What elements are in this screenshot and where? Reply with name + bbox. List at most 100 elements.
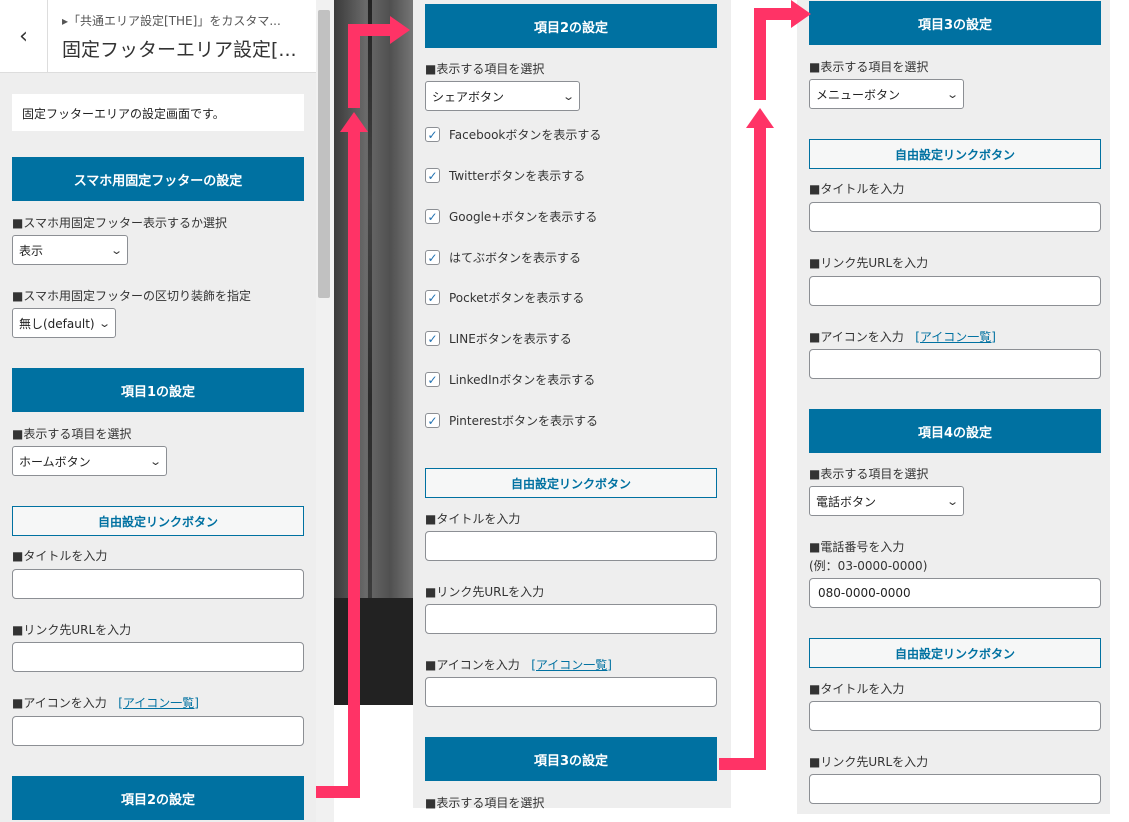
icon-input-label: ■アイコンを入力 [アイコン一覧] bbox=[425, 656, 612, 673]
item2-select[interactable]: シェアボタン ⌄ bbox=[425, 81, 580, 111]
checkbox-label: LinkedInボタンを表示する bbox=[449, 373, 596, 387]
preview-background-image bbox=[334, 0, 414, 705]
customizer-panel-middle: 項目2の設定 ■表示する項目を選択 シェアボタン ⌄ ✓ Facebookボタンを表… bbox=[413, 0, 731, 810]
chevron-down-icon: ⌄ bbox=[148, 454, 162, 468]
divider-select-value: 無し(default) bbox=[19, 316, 95, 331]
url-input-label: ■リンク先URLを入力 bbox=[809, 755, 929, 769]
checkbox-label: Pocketボタンを表示する bbox=[449, 291, 585, 305]
checkbox-pocket[interactable]: ✓ Pocketボタンを表示する bbox=[425, 289, 584, 306]
checkbox-line[interactable]: ✓ LINEボタンを表示する bbox=[425, 330, 572, 347]
checkmark-icon[interactable]: ✓ bbox=[425, 413, 440, 428]
item2-select-label: ■表示する項目を選択 bbox=[425, 62, 545, 76]
checkbox-label: Pinterestボタンを表示する bbox=[449, 414, 599, 428]
url-input-label: ■リンク先URLを入力 bbox=[425, 585, 545, 599]
icon-input-label-text: ■アイコンを入力 bbox=[12, 696, 107, 710]
title-input[interactable] bbox=[809, 202, 1101, 232]
icon-input-label-text: ■アイコンを入力 bbox=[809, 330, 904, 344]
url-input[interactable] bbox=[425, 604, 717, 634]
item3-section-header: 項目3の設定 bbox=[809, 1, 1101, 45]
checkmark-icon[interactable]: ✓ bbox=[425, 372, 440, 387]
item4-section-header: 項目4の設定 bbox=[809, 409, 1101, 453]
item4-select[interactable]: 電話ボタン ⌄ bbox=[809, 486, 964, 516]
title-input-label: ■タイトルを入力 bbox=[809, 182, 905, 196]
icon-input[interactable] bbox=[12, 716, 304, 746]
item4-select-value: 電話ボタン bbox=[816, 494, 877, 509]
sp-footer-section-header: スマホ用固定フッターの設定 bbox=[12, 157, 304, 201]
icon-list-link[interactable]: [アイコン一覧] bbox=[531, 658, 612, 672]
item3-select[interactable]: メニューボタン ⌄ bbox=[809, 79, 964, 109]
checkbox-label: Twitterボタンを表示する bbox=[449, 169, 586, 183]
checkbox-twitter[interactable]: ✓ Twitterボタンを表示する bbox=[425, 167, 585, 184]
checkbox-pinterest[interactable]: ✓ Pinterestボタンを表示する bbox=[425, 412, 598, 429]
scrollbar-thumb[interactable] bbox=[318, 10, 330, 298]
checkmark-icon[interactable]: ✓ bbox=[425, 168, 440, 183]
url-input[interactable] bbox=[12, 642, 304, 672]
item1-select-label: ■表示する項目を選択 bbox=[12, 427, 132, 441]
chevron-left-icon: ‹ bbox=[19, 24, 28, 49]
phone-input-label: ■電話番号を入力 bbox=[809, 540, 905, 554]
checkmark-icon[interactable]: ✓ bbox=[425, 209, 440, 224]
url-input[interactable] bbox=[809, 276, 1101, 306]
phone-input[interactable]: 080-0000-0000 bbox=[809, 578, 1101, 608]
url-input-label: ■リンク先URLを入力 bbox=[809, 256, 929, 270]
icon-input-label-text: ■アイコンを入力 bbox=[425, 658, 520, 672]
item3-select-value: メニューボタン bbox=[816, 87, 901, 102]
checkmark-icon[interactable]: ✓ bbox=[425, 331, 440, 346]
customizer-panel-right: 項目3の設定 ■表示する項目を選択 メニューボタン ⌄ 自由設定リンクボタン ■タ… bbox=[797, 0, 1110, 814]
divider-select[interactable]: 無し(default) ⌄ bbox=[12, 308, 116, 338]
customizer-panel-left: ‹ ▸「共通エリア設定[THE]」をカスタマ... 固定フッターエリア設定[..… bbox=[0, 0, 316, 822]
chevron-down-icon: ⌄ bbox=[109, 243, 123, 257]
checkbox-facebook[interactable]: ✓ Facebookボタンを表示する bbox=[425, 126, 601, 143]
display-select[interactable]: 表示 ⌄ bbox=[12, 235, 128, 265]
title-input-label: ■タイトルを入力 bbox=[425, 512, 521, 526]
checkmark-icon[interactable]: ✓ bbox=[425, 127, 440, 142]
checkbox-linkedin[interactable]: ✓ LinkedInボタンを表示する bbox=[425, 371, 595, 388]
icon-input[interactable] bbox=[809, 349, 1101, 379]
icon-input-label: ■アイコンを入力 [アイコン一覧] bbox=[12, 694, 199, 711]
title-input[interactable] bbox=[809, 701, 1101, 731]
icon-input[interactable] bbox=[425, 677, 717, 707]
icon-list-link[interactable]: [アイコン一覧] bbox=[118, 696, 199, 710]
icon-list-link[interactable]: [アイコン一覧] bbox=[915, 330, 996, 344]
free-link-button-label: 自由設定リンクボタン bbox=[809, 139, 1101, 169]
phone-example: (例：03-0000-0000) bbox=[809, 559, 928, 573]
item1-select[interactable]: ホームボタン ⌄ bbox=[12, 446, 167, 476]
title-input-label: ■タイトルを入力 bbox=[12, 549, 108, 563]
checkbox-googleplus[interactable]: ✓ Google+ボタンを表示する bbox=[425, 208, 597, 225]
checkbox-label: LINEボタンを表示する bbox=[449, 332, 572, 346]
checkmark-icon[interactable]: ✓ bbox=[425, 250, 440, 265]
preview-crack-texture bbox=[368, 0, 372, 598]
arrow-middle-to-right-top bbox=[754, 8, 793, 100]
item2-section-header: 項目2の設定 bbox=[12, 776, 304, 820]
divider-select-label: ■スマホ用固定フッターの区切り装飾を指定 bbox=[12, 289, 251, 303]
title-input[interactable] bbox=[12, 569, 304, 599]
checkbox-label: はてぶボタンを表示する bbox=[449, 251, 582, 265]
back-button[interactable]: ‹ bbox=[0, 0, 48, 73]
checkbox-hatena[interactable]: ✓ はてぶボタンを表示する bbox=[425, 249, 581, 266]
page-title: 固定フッターエリア設定[... bbox=[62, 39, 297, 61]
url-input[interactable] bbox=[809, 774, 1101, 804]
checkmark-icon[interactable]: ✓ bbox=[425, 290, 440, 305]
item3-select-label: ■表示する項目を選択 bbox=[809, 60, 929, 74]
display-select-label: ■スマホ用固定フッター表示するか選択 bbox=[12, 216, 227, 230]
title-input[interactable] bbox=[425, 531, 717, 561]
free-link-button-label: 自由設定リンクボタン bbox=[12, 506, 304, 536]
display-select-value: 表示 bbox=[19, 243, 44, 258]
item3-section-header: 項目3の設定 bbox=[425, 737, 717, 781]
arrowhead-up-2 bbox=[746, 108, 774, 128]
item4-select-label: ■表示する項目を選択 bbox=[809, 467, 929, 481]
preview-dark-area bbox=[334, 598, 414, 705]
chevron-down-icon: ⌄ bbox=[945, 87, 959, 101]
chevron-down-icon: ⌄ bbox=[561, 89, 575, 103]
item1-section-header: 項目1の設定 bbox=[12, 368, 304, 412]
checkbox-label: Google+ボタンを表示する bbox=[449, 210, 598, 224]
scrollbar[interactable] bbox=[316, 0, 334, 822]
free-link-button-label: 自由設定リンクボタン bbox=[809, 638, 1101, 668]
chevron-down-icon: ⌄ bbox=[97, 316, 111, 330]
breadcrumb: ▸「共通エリア設定[THE]」をカスタマ... bbox=[62, 14, 281, 28]
free-link-button-label: 自由設定リンクボタン bbox=[425, 468, 717, 498]
item2-select-value: シェアボタン bbox=[432, 89, 505, 104]
chevron-down-icon: ⌄ bbox=[945, 494, 959, 508]
icon-input-label: ■アイコンを入力 [アイコン一覧] bbox=[809, 328, 996, 345]
url-input-label: ■リンク先URLを入力 bbox=[12, 623, 132, 637]
